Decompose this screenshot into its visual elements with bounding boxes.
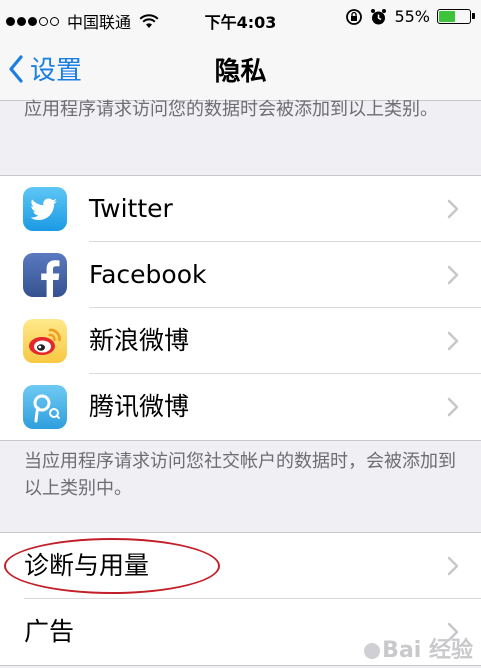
sina-weibo-icon bbox=[23, 319, 67, 363]
tencent-weibo-icon bbox=[23, 385, 67, 429]
list-item-facebook[interactable]: Facebook bbox=[0, 242, 481, 308]
list-item-label: 新浪微博 bbox=[89, 326, 190, 355]
watermark: Bai 经验 bbox=[362, 632, 473, 664]
list-item-sina-weibo[interactable]: 新浪微博 bbox=[0, 308, 481, 374]
status-right: 55% bbox=[345, 7, 475, 26]
list-item-label: 广告 bbox=[24, 617, 75, 646]
chevron-right-icon bbox=[447, 331, 459, 351]
status-bar: 中国联通 下午4:03 55% bbox=[0, 0, 481, 38]
rotation-lock-icon bbox=[346, 8, 363, 25]
battery-percent: 55% bbox=[394, 7, 430, 26]
twitter-icon bbox=[23, 187, 67, 231]
facebook-icon bbox=[23, 253, 67, 297]
social-note: 当应用程序请求访问您社交帐户的数据时，会被添加到以上类别中。 bbox=[24, 451, 456, 499]
chevron-right-icon bbox=[447, 199, 459, 219]
battery-icon bbox=[437, 9, 475, 24]
list-item-twitter[interactable]: Twitter bbox=[0, 176, 481, 242]
chevron-right-icon bbox=[447, 397, 459, 417]
list-item-label: 腾讯微博 bbox=[89, 392, 190, 421]
list-item-diagnostics-usage[interactable]: 诊断与用量 bbox=[0, 533, 481, 599]
battery-level bbox=[439, 11, 455, 22]
list-item-label: 诊断与用量 bbox=[24, 551, 150, 580]
location-note: 应用程序请求访问您的数据时会被添加到以上类别。 bbox=[24, 99, 438, 120]
chevron-right-icon bbox=[447, 265, 459, 285]
social-accounts-group: Twitter Facebook 新浪微博 腾讯微博 bbox=[0, 175, 481, 441]
navigation-bar: 设置 隐私 bbox=[0, 38, 481, 101]
list-item-tencent-weibo[interactable]: 腾讯微博 bbox=[0, 374, 481, 440]
list-item-label: Facebook bbox=[89, 260, 207, 289]
paw-icon bbox=[364, 643, 381, 659]
list-item-label: Twitter bbox=[89, 194, 173, 223]
chevron-right-icon bbox=[447, 556, 459, 576]
alarm-icon bbox=[371, 8, 387, 24]
page-title: 隐私 bbox=[214, 57, 267, 87]
